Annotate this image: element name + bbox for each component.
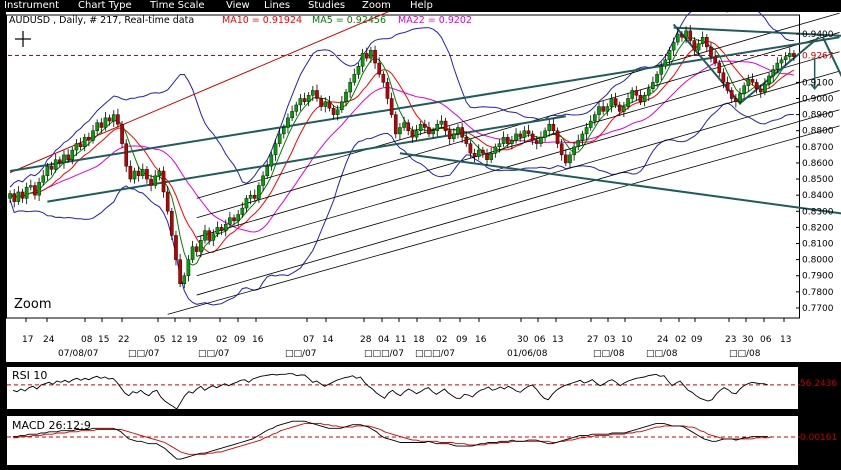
y-tick-label: 0.8300 [802,207,834,217]
rsi-panel[interactable]: RSI 10 [6,366,800,410]
menu-bar: Instrument Chart Type Time Scale View Li… [0,0,841,12]
x-day-label: 17 [22,335,33,345]
x-month-label: □□□/07 [364,349,404,359]
x-day-label: 12 [171,335,182,345]
x-day-label: 30 [517,335,529,345]
macd-value-label: 0.00161 [800,433,838,443]
y-tick-label: 0.8100 [802,240,834,250]
x-month-label: 01/06/08 [507,349,548,359]
x-day-label: 10 [621,335,633,345]
x-month-label: □□/08 [646,349,678,359]
x-day-label: 30 [742,335,754,345]
menu-help[interactable]: Help [410,0,433,12]
x-day-label: 02 [675,335,686,345]
x-day-label: 28 [360,335,372,345]
x-day-label: 18 [413,335,425,345]
menu-instrument[interactable]: Instrument [4,0,59,12]
x-day-label: 09 [234,335,246,345]
x-month-label: □□/08 [593,349,625,359]
y-tick-label: 0.8800 [802,127,834,137]
x-day-label: 23 [725,335,736,345]
price-chart[interactable]: AUDUSD , Daily, # 217, Real-time data MA… [6,4,841,362]
x-day-label: 16 [475,335,487,345]
x-day-label: 19 [186,335,198,345]
macd-signal-line [13,423,773,455]
x-day-label: 04 [378,335,390,345]
y-tick-label: 0.7900 [802,272,834,282]
symbol-info: AUDUSD , Daily, # 217, Real-time data [9,15,194,26]
x-day-label: 08 [81,335,93,345]
y-tick-label: 0.8700 [802,143,834,153]
x-day-label: 03 [604,335,615,345]
macd-label: MACD 26:12:9 [12,419,91,432]
y-tick-label: 0.8400 [802,191,834,201]
menu-chart-type[interactable]: Chart Type [78,0,132,12]
menu-zoom[interactable]: Zoom [362,0,391,12]
y-tick-label: 0.8600 [802,159,834,169]
x-day-label: 14 [322,335,334,345]
menu-studies[interactable]: Studies [308,0,345,12]
x-day-label: 13 [552,335,563,345]
x-month-label: □□/07 [198,349,230,359]
x-month-label: □□/08 [729,349,761,359]
x-month-label: □□□/07 [415,349,455,359]
x-day-label: 09 [456,335,468,345]
x-month-label: 07/08/07 [58,349,98,359]
ma22-readout: MA22 = 0.9202 [398,15,472,26]
y-tick-label: 0.8200 [802,223,834,233]
y-tick-label: 0.7700 [802,304,834,314]
current-price-label: 0.9267 [802,51,834,61]
x-day-label: 02 [436,335,447,345]
x-day-label: 06 [760,335,772,345]
x-day-label: 07 [303,335,314,345]
x-day-label: 11 [395,335,406,345]
rsi-line [12,373,769,410]
price-plot-frame [6,14,800,319]
y-tick-label: 0.9000 [802,95,834,105]
zoom-label: Zoom [14,297,51,312]
menu-view[interactable]: View [226,0,250,12]
x-day-label: 24 [43,335,55,345]
x-day-label: 22 [118,335,129,345]
candle [170,208,174,240]
rsi-value-label: 56.2436 [800,379,838,389]
menu-lines[interactable]: Lines [264,0,290,12]
rsi-chart: RSI 10 [7,369,800,410]
x-day-label: 09 [691,335,703,345]
x-day-label: 02 [216,335,227,345]
x-day-label: 24 [657,335,669,345]
x-month-label: □□/07 [285,349,317,359]
ma5-readout: MA5 = 0.92456 [312,15,386,26]
x-day-label: 06 [534,335,546,345]
y-tick-label: 0.8000 [802,256,834,266]
x-day-label: 15 [98,335,109,345]
macd-panel[interactable]: MACD 26:12:9 [6,415,800,466]
menu-time-scale[interactable]: Time Scale [150,0,205,12]
ma10-readout: MA10 = 0.91924 [222,15,302,26]
x-day-label: 05 [154,335,165,345]
macd-value-label-2: -0.0100 [800,446,835,456]
rsi-label: RSI 10 [12,369,47,382]
x-day-label: 13 [780,335,791,345]
y-tick-label: 0.8900 [802,111,834,121]
price-chart-panel[interactable]: AUDUSD , Daily, # 217, Real-time data MA… [6,4,841,362]
y-tick-label: 0.7800 [802,288,834,298]
macd-line [13,420,768,460]
x-day-label: 27 [587,335,598,345]
y-tick-label: 0.9100 [802,78,834,88]
x-day-label: 16 [252,335,264,345]
y-tick-label: 0.9400 [802,30,834,40]
y-tick-label: 0.8500 [802,175,834,185]
x-month-label: □□/07 [128,349,160,359]
macd-chart: MACD 26:12:9 [7,419,800,460]
